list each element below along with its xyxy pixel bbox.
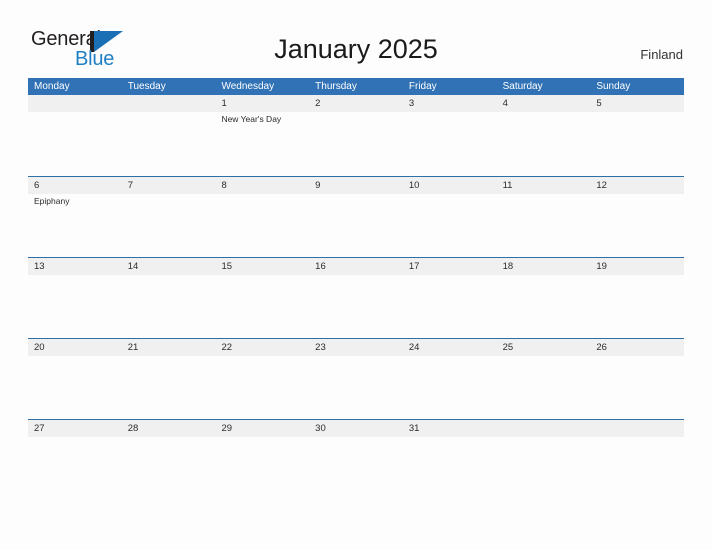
day-cell[interactable]: 6 Epiphany [28, 177, 122, 257]
week-row: 27 28 29 30 31 [28, 419, 684, 500]
day-number: 28 [127, 423, 139, 434]
day-event: New Year's Day [221, 114, 282, 124]
region-label: Finland [640, 47, 683, 62]
day-number: 27 [34, 423, 45, 434]
day-cell[interactable] [122, 95, 216, 175]
day-events: New Year's Day [221, 113, 306, 126]
day-cell[interactable]: 31 [403, 420, 497, 500]
day-number: 4 [502, 98, 508, 109]
day-cell[interactable]: 12 [590, 177, 684, 257]
day-cell[interactable]: 26 [590, 339, 684, 419]
day-cell[interactable] [590, 420, 684, 500]
calendar-grid: Monday Tuesday Wednesday Thursday Friday… [28, 78, 684, 500]
day-cell[interactable]: 5 [590, 95, 684, 175]
day-number: 10 [408, 180, 420, 191]
day-cell[interactable]: 18 [497, 258, 591, 338]
day-cell[interactable]: 13 [28, 258, 122, 338]
day-cell[interactable]: 14 [122, 258, 216, 338]
weekday-header-wednesday: Wednesday [221, 81, 275, 92]
day-number: 8 [221, 180, 227, 191]
day-cell[interactable]: 15 [215, 258, 309, 338]
weekday-header-friday: Friday [408, 81, 437, 92]
day-number: 29 [221, 423, 233, 434]
day-number: 31 [408, 423, 420, 434]
day-cell[interactable] [28, 95, 122, 175]
day-number: 25 [502, 342, 514, 353]
day-cell[interactable]: 21 [122, 339, 216, 419]
day-cell[interactable]: 23 [309, 339, 403, 419]
day-cell[interactable]: 17 [403, 258, 497, 338]
day-number: 19 [596, 261, 607, 272]
day-number: 3 [408, 98, 415, 109]
day-number: 16 [315, 261, 326, 272]
day-number: 12 [596, 180, 607, 191]
day-cell[interactable]: 7 [122, 177, 216, 257]
week-row: 1 New Year's Day 2 3 4 5 [28, 95, 684, 176]
day-number: 7 [127, 180, 134, 191]
day-cell[interactable]: 10 [403, 177, 497, 257]
day-number: 13 [34, 261, 45, 272]
day-number: 24 [408, 342, 420, 353]
day-cell[interactable]: 27 [28, 420, 122, 500]
day-cell[interactable]: 24 [403, 339, 497, 419]
day-cell[interactable]: 8 [215, 177, 309, 257]
day-cell[interactable]: 1 New Year's Day [215, 95, 309, 175]
page-title: January 2025 [274, 34, 438, 64]
day-number: 20 [34, 342, 45, 353]
weekday-header-monday: Monday [34, 81, 70, 92]
week-row: 13 14 15 16 17 18 19 [28, 257, 684, 338]
day-cell[interactable]: 2 [309, 95, 403, 175]
day-number: 14 [127, 261, 139, 272]
calendar-page: General Blue January 2025 Finland Monday… [0, 0, 712, 550]
page-header: General Blue January 2025 Finland [0, 0, 712, 76]
day-cell[interactable]: 9 [309, 177, 403, 257]
day-number: 22 [221, 342, 233, 353]
day-number: 5 [596, 98, 602, 109]
day-number: 6 [34, 180, 40, 191]
day-number: 1 [221, 98, 227, 109]
week-row: 6 Epiphany 7 8 9 10 11 12 [28, 176, 684, 257]
day-number: 30 [315, 423, 326, 434]
weekday-header-row: Monday Tuesday Wednesday Thursday Friday… [28, 78, 684, 95]
day-cell[interactable]: 3 [403, 95, 497, 175]
day-cell[interactable]: 19 [590, 258, 684, 338]
week-row: 20 21 22 23 24 25 26 [28, 338, 684, 419]
day-events: Epiphany [34, 195, 119, 208]
day-number: 21 [127, 342, 139, 353]
weekday-header-tuesday: Tuesday [127, 81, 166, 92]
day-number: 23 [315, 342, 326, 353]
day-number: 2 [315, 98, 321, 109]
day-number: 9 [315, 180, 321, 191]
day-cell[interactable]: 20 [28, 339, 122, 419]
day-cell[interactable]: 25 [497, 339, 591, 419]
day-number: 15 [221, 261, 233, 272]
day-number: 11 [502, 180, 513, 191]
weekday-header-sunday: Sunday [596, 81, 631, 92]
day-cell[interactable]: 28 [122, 420, 216, 500]
weekday-header-thursday: Thursday [315, 81, 357, 92]
day-cell[interactable]: 11 [497, 177, 591, 257]
day-cell[interactable]: 22 [215, 339, 309, 419]
day-cell[interactable]: 4 [497, 95, 591, 175]
day-number: 18 [502, 261, 514, 272]
day-number: 26 [596, 342, 607, 353]
day-cell[interactable] [497, 420, 591, 500]
day-event: Epiphany [34, 196, 70, 206]
day-cell[interactable]: 16 [309, 258, 403, 338]
weekday-header-saturday: Saturday [502, 81, 543, 92]
day-cell[interactable]: 30 [309, 420, 403, 500]
day-cell[interactable]: 29 [215, 420, 309, 500]
day-number: 17 [408, 261, 420, 272]
